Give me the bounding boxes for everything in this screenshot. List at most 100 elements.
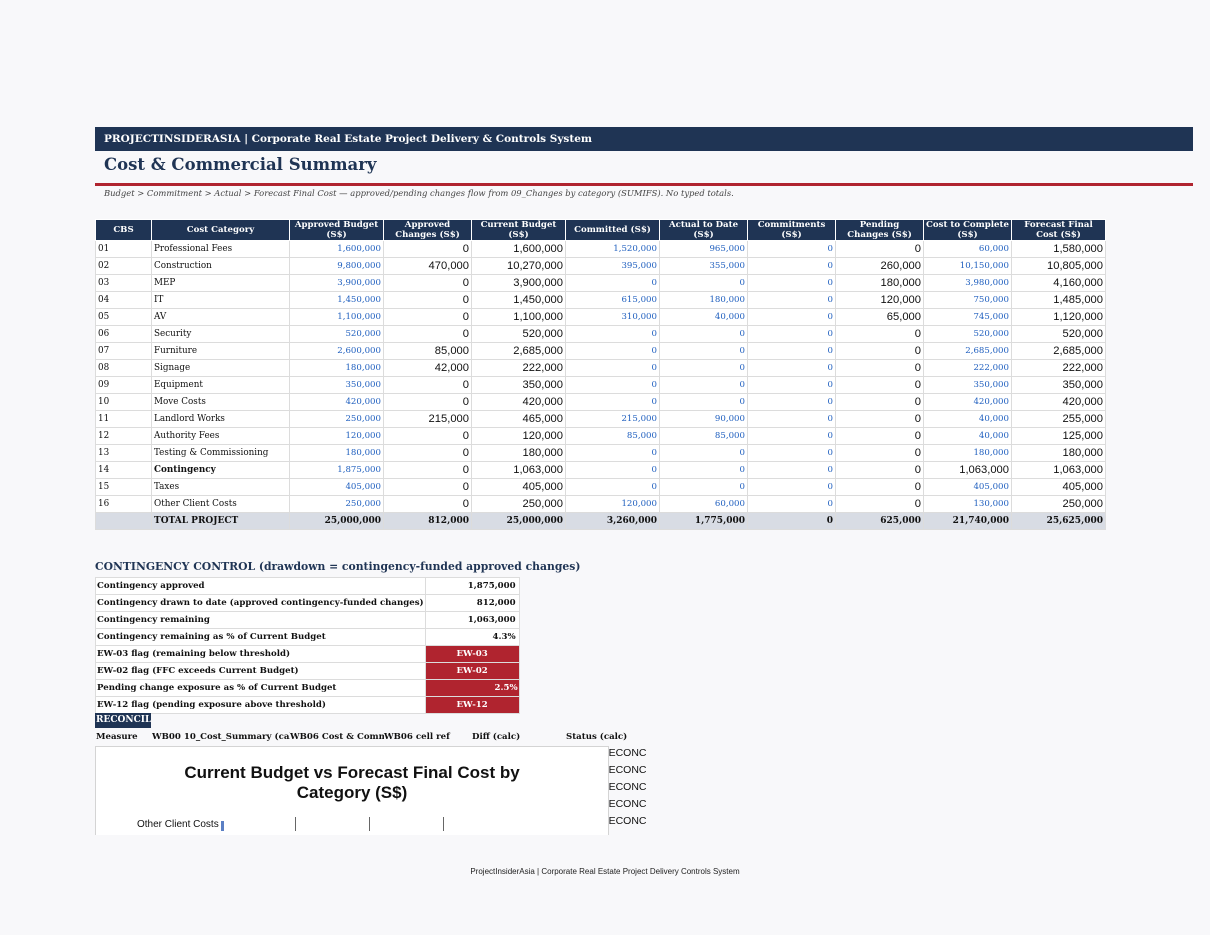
cell-committed[interactable]: 0	[565, 359, 660, 377]
cell-cbs[interactable]: 13	[95, 444, 152, 462]
cell-cbs[interactable]: 14	[95, 461, 152, 479]
contingency-value[interactable]: 4.3%	[424, 628, 520, 646]
cell-commitments[interactable]: 0	[747, 325, 836, 343]
cell-committed[interactable]: 0	[565, 461, 660, 479]
cell-committed[interactable]: 1,520,000	[565, 240, 660, 258]
cell-cost-to-complete[interactable]: 1,063,000	[923, 461, 1012, 479]
cell-pending[interactable]: 0	[835, 410, 924, 428]
cell-approved-budget[interactable]: 420,000	[289, 393, 384, 411]
cell-category[interactable]: Landlord Works	[151, 410, 290, 428]
col-header-commitments[interactable]: Commitments (S$)	[747, 219, 836, 241]
cell-committed[interactable]: 0	[565, 393, 660, 411]
recon-col-measure[interactable]: Measure	[96, 732, 138, 742]
total-approved-changes[interactable]: 812,000	[383, 512, 472, 530]
cell-cbs[interactable]: 01	[95, 240, 152, 258]
cell-commitments[interactable]: 0	[747, 257, 836, 275]
cell-cost-to-complete[interactable]: 745,000	[923, 308, 1012, 326]
recon-col-cellref[interactable]: WB06 cell ref	[384, 732, 450, 742]
cell-pending[interactable]: 180,000	[835, 274, 924, 292]
cell-approved-changes[interactable]: 0	[383, 444, 472, 462]
recon-col-diff[interactable]: Diff (calc)	[472, 732, 520, 742]
cell-commitments[interactable]: 0	[747, 308, 836, 326]
cell-actual[interactable]: 60,000	[659, 495, 748, 513]
total-cost-to-complete[interactable]: 21,740,000	[923, 512, 1012, 530]
cell-actual[interactable]: 0	[659, 325, 748, 343]
cell-current-budget[interactable]: 222,000	[471, 359, 566, 377]
cell-actual[interactable]: 0	[659, 444, 748, 462]
cell-approved-budget[interactable]: 120,000	[289, 427, 384, 445]
cell-approved-changes[interactable]: 0	[383, 393, 472, 411]
cell-commitments[interactable]: 0	[747, 393, 836, 411]
cell-cbs[interactable]: 05	[95, 308, 152, 326]
cell-approved-budget[interactable]: 520,000	[289, 325, 384, 343]
cell-commitments[interactable]: 0	[747, 359, 836, 377]
cell-committed[interactable]: 310,000	[565, 308, 660, 326]
cell-cost-to-complete[interactable]: 130,000	[923, 495, 1012, 513]
col-header-committed[interactable]: Committed (S$)	[565, 219, 660, 241]
cell-cbs[interactable]: 03	[95, 274, 152, 292]
cell-approved-changes[interactable]: 0	[383, 240, 472, 258]
cell-ffc[interactable]: 420,000	[1011, 393, 1106, 411]
cell-approved-budget[interactable]: 250,000	[289, 410, 384, 428]
cell-ffc[interactable]: 222,000	[1011, 359, 1106, 377]
cell-current-budget[interactable]: 1,100,000	[471, 308, 566, 326]
cell-actual[interactable]: 0	[659, 393, 748, 411]
cell-cost-to-complete[interactable]: 2,685,000	[923, 342, 1012, 360]
cell-cost-to-complete[interactable]: 520,000	[923, 325, 1012, 343]
cell-pending[interactable]: 0	[835, 495, 924, 513]
contingency-label[interactable]: Contingency drawn to date (approved cont…	[95, 594, 426, 612]
cell-actual[interactable]: 90,000	[659, 410, 748, 428]
cell-commitments[interactable]: 0	[747, 495, 836, 513]
cell-category[interactable]: Testing & Commissioning	[151, 444, 290, 462]
contingency-value[interactable]: 1,063,000	[424, 611, 520, 629]
cell-cost-to-complete[interactable]: 750,000	[923, 291, 1012, 309]
cell-category[interactable]: AV	[151, 308, 290, 326]
cell-ffc[interactable]: 180,000	[1011, 444, 1106, 462]
cell-current-budget[interactable]: 10,270,000	[471, 257, 566, 275]
cell-approved-changes[interactable]: 42,000	[383, 359, 472, 377]
cell-approved-budget[interactable]: 180,000	[289, 359, 384, 377]
cell-cost-to-complete[interactable]: 60,000	[923, 240, 1012, 258]
cell-current-budget[interactable]: 120,000	[471, 427, 566, 445]
contingency-label[interactable]: Contingency approved	[95, 577, 426, 595]
cell-ffc[interactable]: 405,000	[1011, 478, 1106, 496]
contingency-label[interactable]: EW-02 flag (FFC exceeds Current Budget)	[95, 662, 426, 680]
total-current-budget[interactable]: 25,000,000	[471, 512, 566, 530]
contingency-flag[interactable]: 2.5%	[424, 679, 520, 697]
cell-actual[interactable]: 0	[659, 478, 748, 496]
cell-cost-to-complete[interactable]: 40,000	[923, 410, 1012, 428]
cell-committed[interactable]: 0	[565, 376, 660, 394]
budget-vs-ffc-chart[interactable]: Current Budget vs Forecast Final Cost by…	[95, 746, 609, 835]
cell-approved-changes[interactable]: 0	[383, 427, 472, 445]
total-category[interactable]: TOTAL PROJECT	[151, 512, 290, 530]
cell-category[interactable]: Professional Fees	[151, 240, 290, 258]
cell-committed[interactable]: 0	[565, 274, 660, 292]
total-pending[interactable]: 625,000	[835, 512, 924, 530]
total-ffc[interactable]: 25,625,000	[1011, 512, 1106, 530]
cell-approved-changes[interactable]: 0	[383, 495, 472, 513]
cell-approved-changes[interactable]: 0	[383, 291, 472, 309]
total-commitments[interactable]: 0	[747, 512, 836, 530]
cell-ffc[interactable]: 125,000	[1011, 427, 1106, 445]
col-header-category[interactable]: Cost Category	[151, 219, 290, 241]
cell-cbs[interactable]: 08	[95, 359, 152, 377]
cell-cbs[interactable]: 10	[95, 393, 152, 411]
cell-committed[interactable]: 0	[565, 478, 660, 496]
cell-actual[interactable]: 0	[659, 359, 748, 377]
contingency-label[interactable]: Pending change exposure as % of Current …	[95, 679, 426, 697]
cell-committed[interactable]: 85,000	[565, 427, 660, 445]
cell-committed[interactable]: 0	[565, 444, 660, 462]
cell-cbs[interactable]: 02	[95, 257, 152, 275]
cell-committed[interactable]: 120,000	[565, 495, 660, 513]
cell-approved-budget[interactable]: 1,100,000	[289, 308, 384, 326]
cell-actual[interactable]: 85,000	[659, 427, 748, 445]
reconciliation-header[interactable]: RECONCILIATION	[95, 713, 151, 728]
cell-category[interactable]: Contingency	[151, 461, 290, 479]
cell-cost-to-complete[interactable]: 405,000	[923, 478, 1012, 496]
cell-category[interactable]: Equipment	[151, 376, 290, 394]
total-actual[interactable]: 1,775,000	[659, 512, 748, 530]
cell-actual[interactable]: 0	[659, 342, 748, 360]
cell-actual[interactable]: 0	[659, 274, 748, 292]
cell-approved-changes[interactable]: 0	[383, 325, 472, 343]
cell-pending[interactable]: 120,000	[835, 291, 924, 309]
